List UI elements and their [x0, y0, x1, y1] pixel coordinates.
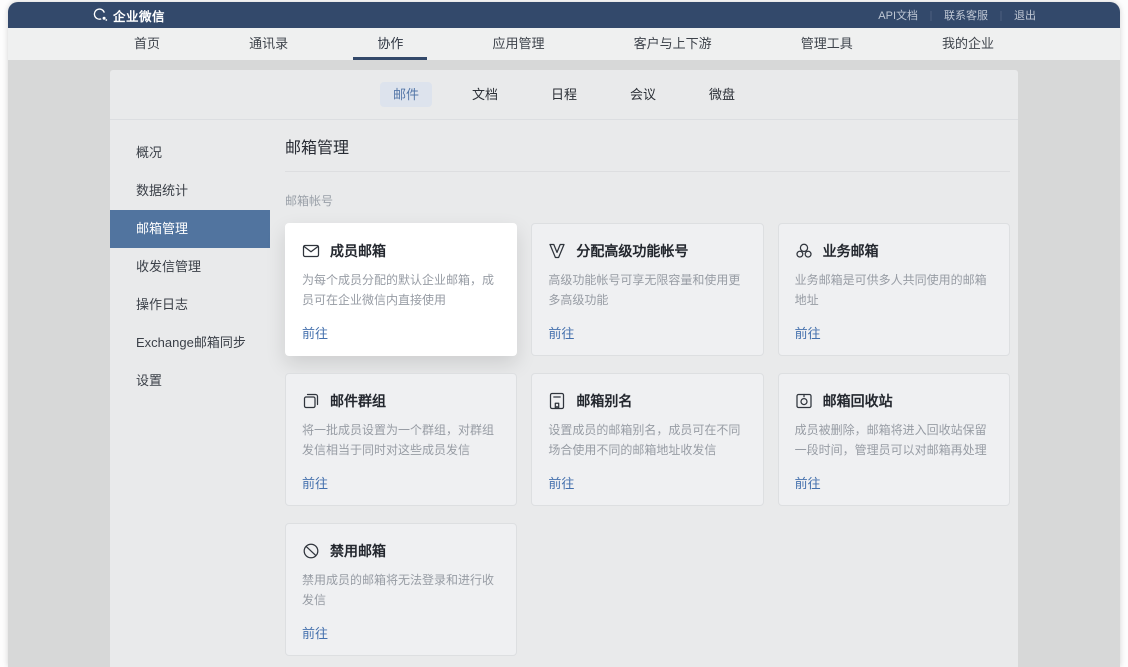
card-header: 分配高级功能帐号 — [548, 241, 746, 261]
card-description: 业务邮箱是可供多人共同使用的邮箱地址 — [795, 270, 993, 310]
module-tabs: 邮件 文档 日程 会议 微盘 — [110, 70, 1018, 120]
bookmark-note-icon — [548, 392, 566, 410]
mailbox-card-5[interactable]: 邮箱回收站成员被删除，邮箱将进入回收站保留一段时间，管理员可以对邮箱再处理前往 — [778, 373, 1010, 506]
card-header: 成员邮箱 — [302, 241, 500, 261]
separator: ｜ — [996, 8, 1006, 23]
title-divider — [285, 171, 1010, 172]
card-title: 成员邮箱 — [330, 241, 386, 261]
wecom-logo[interactable]: 企业微信 — [92, 6, 165, 25]
envelope-icon — [302, 242, 320, 260]
card-title: 分配高级功能帐号 — [576, 241, 688, 261]
module-tab-0[interactable]: 邮件 — [380, 82, 432, 107]
mailbox-card-4[interactable]: 邮箱别名设置成员的邮箱别名，成员可在不同场合使用不同的邮箱地址收发信前往 — [531, 373, 763, 506]
card-go-link[interactable]: 前往 — [548, 323, 574, 342]
card-go-link[interactable]: 前往 — [548, 473, 574, 492]
panel-body: 概况数据统计邮箱管理收发信管理操作日志Exchange邮箱同步设置 邮箱管理 邮… — [110, 120, 1018, 666]
wecom-bubble-icon — [92, 7, 108, 23]
module-tab-3[interactable]: 会议 — [617, 82, 669, 107]
content-panel: 邮件文档日程会议微盘 概况数据统计邮箱管理收发信管理操作日志Exchange邮箱… — [110, 70, 1018, 667]
mailbox-card-2[interactable]: 业务邮箱业务邮箱是可供多人共同使用的邮箱地址前往 — [778, 223, 1010, 356]
module-tab-1[interactable]: 文档 — [459, 82, 511, 107]
logo-text: 企业微信 — [113, 6, 165, 25]
card-title: 邮箱回收站 — [823, 391, 893, 411]
card-title: 邮件群组 — [330, 391, 386, 411]
sidebar-item-6[interactable]: 设置 — [110, 362, 270, 400]
group-circles-icon — [795, 242, 813, 260]
admin-window: 企业微信 API文档 ｜ 联系客服 ｜ 退出 首页 通讯录 协作 应用管理 客户与上下游 管理工具… — [8, 2, 1120, 667]
card-go-link[interactable]: 前往 — [302, 473, 328, 492]
module-tab-4[interactable]: 微盘 — [696, 82, 748, 107]
card-header: 邮件群组 — [302, 391, 500, 411]
nav-item-5[interactable]: 管理工具 — [801, 28, 853, 60]
separator: ｜ — [926, 8, 936, 23]
card-description: 高级功能帐号可享无限容量和使用更多高级功能 — [548, 270, 746, 310]
card-title: 业务邮箱 — [823, 241, 879, 261]
top-link-contact-support[interactable]: 联系客服 — [944, 7, 988, 23]
mailbox-cards: 成员邮箱为每个成员分配的默认企业邮箱，成员可在企业微信内直接使用前往分配高级功能… — [285, 223, 1010, 656]
card-description: 为每个成员分配的默认企业邮箱，成员可在企业微信内直接使用 — [302, 270, 500, 310]
card-title: 禁用邮箱 — [330, 541, 386, 561]
card-description: 禁用成员的邮箱将无法登录和进行收发信 — [302, 570, 500, 610]
nav-item-6[interactable]: 我的企业 — [942, 28, 994, 60]
card-description: 成员被删除，邮箱将进入回收站保留一段时间，管理员可以对邮箱再处理 — [795, 420, 993, 460]
top-link-api-docs[interactable]: API文档 — [878, 7, 918, 23]
top-links: API文档 ｜ 联系客服 ｜ 退出 — [878, 7, 1036, 23]
card-description: 设置成员的邮箱别名，成员可在不同场合使用不同的邮箱地址收发信 — [548, 420, 746, 460]
top-bar: 企业微信 API文档 ｜ 联系客服 ｜ 退出 — [8, 2, 1120, 28]
copy-icon — [302, 392, 320, 410]
sidebar-item-2[interactable]: 邮箱管理 — [110, 210, 270, 248]
card-description: 将一批成员设置为一个群组，对群组发信相当于同时对这些成员发信 — [302, 420, 500, 460]
mailbox-card-0[interactable]: 成员邮箱为每个成员分配的默认企业邮箱，成员可在企业微信内直接使用前往 — [285, 223, 517, 356]
card-go-link[interactable]: 前往 — [302, 323, 328, 342]
sidebar: 概况数据统计邮箱管理收发信管理操作日志Exchange邮箱同步设置 — [110, 120, 270, 666]
card-header: 业务邮箱 — [795, 241, 993, 261]
sidebar-item-4[interactable]: 操作日志 — [110, 286, 270, 324]
main-nav-items: 首页 通讯录 协作 应用管理 客户与上下游 管理工具 我的企业 — [134, 28, 994, 60]
top-link-logout[interactable]: 退出 — [1014, 7, 1036, 23]
nav-item-3[interactable]: 应用管理 — [492, 28, 544, 60]
mailbox-card-3[interactable]: 邮件群组将一批成员设置为一个群组，对群组发信相当于同时对这些成员发信前往 — [285, 373, 517, 506]
sidebar-item-0[interactable]: 概况 — [110, 134, 270, 172]
main-content: 邮箱管理 邮箱帐号 成员邮箱为每个成员分配的默认企业邮箱，成员可在企业微信内直接… — [270, 120, 1018, 666]
card-header: 禁用邮箱 — [302, 541, 500, 561]
card-go-link[interactable]: 前往 — [795, 323, 821, 342]
nav-item-2[interactable]: 协作 — [377, 28, 403, 60]
nav-item-0[interactable]: 首页 — [134, 28, 160, 60]
card-header: 邮箱别名 — [548, 391, 746, 411]
module-tab-2[interactable]: 日程 — [538, 82, 590, 107]
card-title: 邮箱别名 — [576, 391, 632, 411]
card-header: 邮箱回收站 — [795, 391, 993, 411]
nav-item-4[interactable]: 客户与上下游 — [634, 28, 712, 60]
sidebar-item-3[interactable]: 收发信管理 — [110, 248, 270, 286]
recycle-bin-icon — [795, 392, 813, 410]
main-nav: 首页 通讯录 协作 应用管理 客户与上下游 管理工具 我的企业 — [8, 28, 1120, 60]
mailbox-card-6[interactable]: 禁用邮箱禁用成员的邮箱将无法登录和进行收发信前往 — [285, 523, 517, 656]
sidebar-item-5[interactable]: Exchange邮箱同步 — [110, 324, 270, 362]
page-title: 邮箱管理 — [285, 134, 1010, 158]
sidebar-item-1[interactable]: 数据统计 — [110, 172, 270, 210]
ban-icon — [302, 542, 320, 560]
page-background: 邮件文档日程会议微盘 概况数据统计邮箱管理收发信管理操作日志Exchange邮箱… — [8, 60, 1120, 667]
card-go-link[interactable]: 前往 — [302, 623, 328, 642]
card-go-link[interactable]: 前往 — [795, 473, 821, 492]
v-badge-icon — [548, 242, 566, 260]
mailbox-card-1[interactable]: 分配高级功能帐号高级功能帐号可享无限容量和使用更多高级功能前往 — [531, 223, 763, 356]
section-label: 邮箱帐号 — [285, 192, 1010, 209]
nav-item-1[interactable]: 通讯录 — [249, 28, 288, 60]
